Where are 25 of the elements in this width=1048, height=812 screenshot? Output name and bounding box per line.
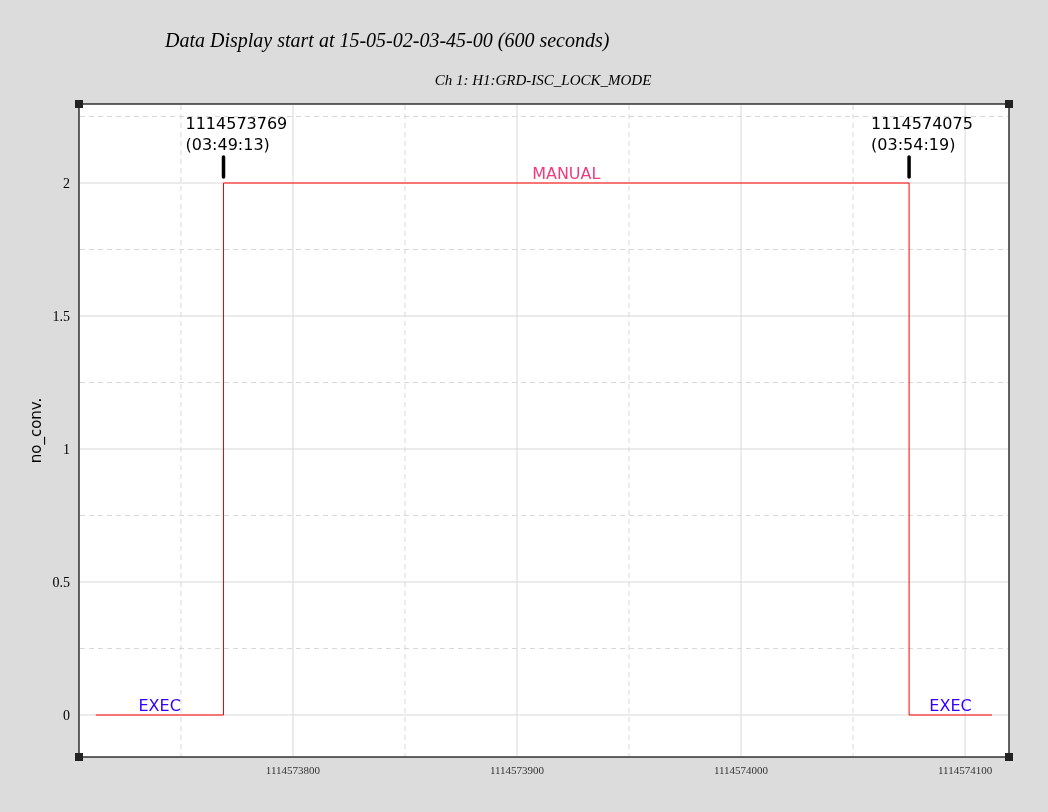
y-tick-label: 2: [63, 176, 70, 191]
corner-handle[interactable]: [75, 753, 83, 761]
y-axis-label: no_conv.: [27, 397, 45, 464]
corner-handle[interactable]: [75, 100, 83, 108]
display-heading: Data Display start at 15-05-02-03-45-00 (600 seconds): [164, 28, 610, 54]
marker-tick: [907, 155, 911, 179]
x-tick-label: 1114573900: [489, 764, 545, 776]
y-tick-label: 1.5: [52, 309, 70, 324]
x-tick-label: 1114574000: [713, 764, 769, 776]
marker-label: (03:49:13): [185, 135, 270, 154]
x-tick-label: 1114574100: [938, 764, 993, 776]
y-tick-label: 0: [63, 707, 70, 723]
marker-label: (03:54:19): [871, 135, 956, 154]
x-tick-label: 1114573800: [265, 764, 321, 776]
state-label: EXEC: [138, 695, 181, 715]
corner-handle[interactable]: [1005, 753, 1013, 761]
y-tick-label: 0.5: [52, 575, 70, 590]
state-label: MANUAL: [532, 164, 601, 183]
marker-label: 1114573769: [185, 114, 288, 133]
y-tick-label: 1: [63, 442, 70, 457]
marker-tick: [221, 155, 226, 179]
corner-handle[interactable]: [1005, 100, 1013, 108]
marker-label: 1114574075: [871, 114, 973, 133]
chart-title: Ch 1: H1:GRD-ISC_LOCK_MODE: [434, 72, 652, 88]
state-label: EXEC: [929, 695, 972, 715]
